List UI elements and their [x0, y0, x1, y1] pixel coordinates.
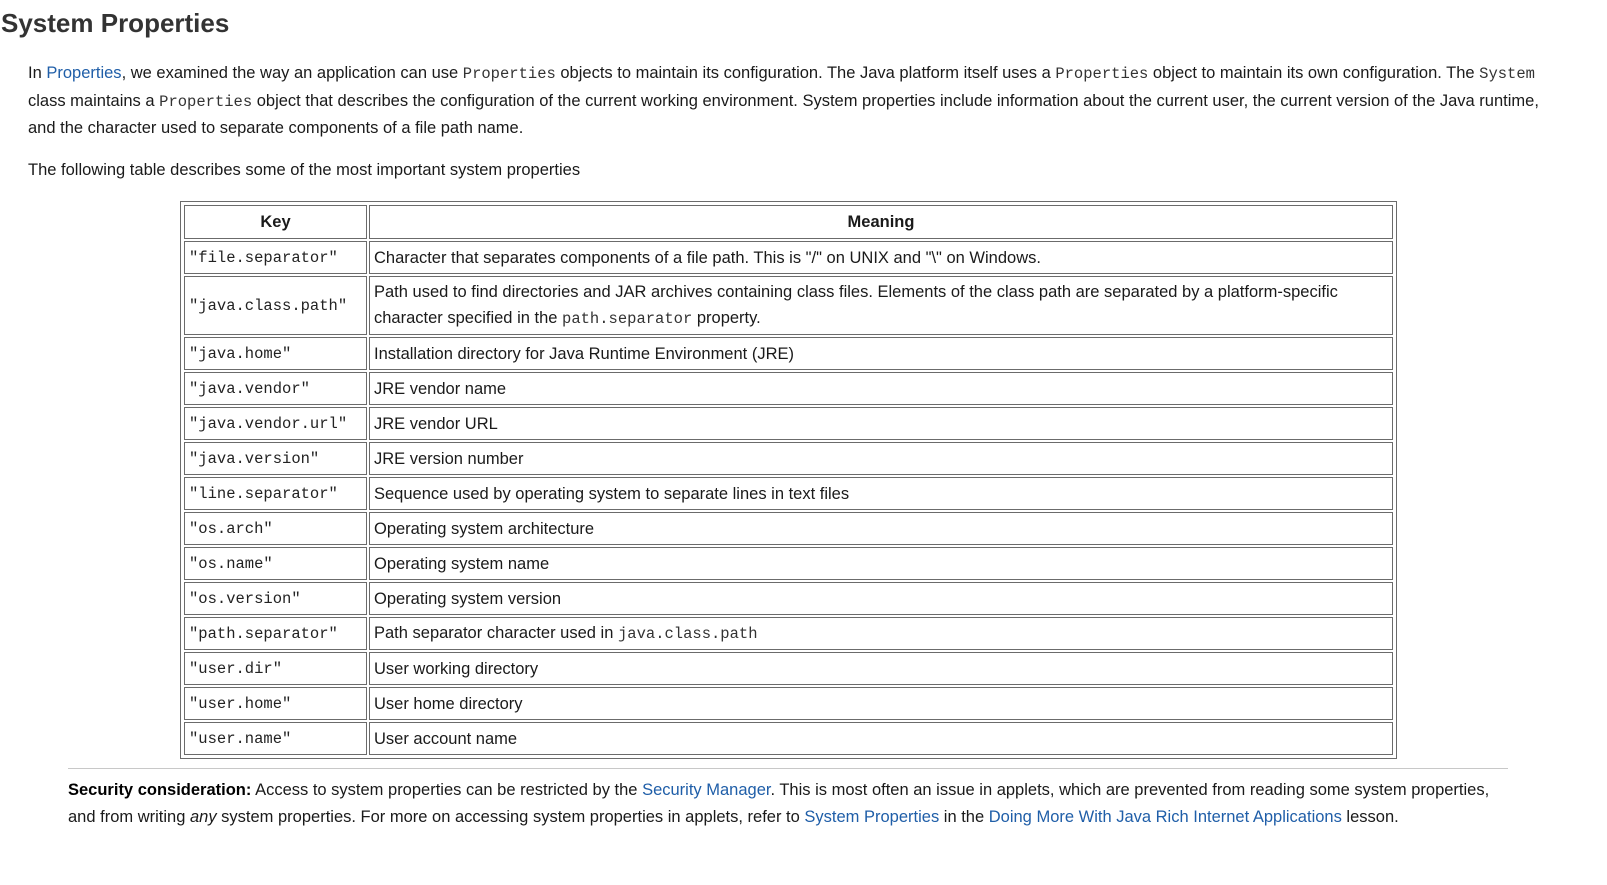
intro-paragraph: In Properties, we examined the way an ap… [28, 60, 1568, 142]
meaning-text: property. [692, 309, 761, 327]
page-title: System Properties [1, 8, 230, 38]
table-row: "java.class.path" Path used to find dire… [184, 276, 1393, 335]
security-manager-link[interactable]: Security Manager [642, 781, 770, 799]
inline-code: Properties [159, 92, 253, 111]
inline-code: System [1479, 65, 1535, 83]
table-row: "java.version" JRE version number [184, 442, 1393, 475]
property-key: "java.vendor" [184, 372, 367, 405]
property-meaning: User account name [369, 722, 1393, 755]
meaning-text: JRE version number [374, 449, 524, 468]
column-header-meaning: Meaning [369, 205, 1393, 239]
property-meaning: JRE vendor URL [369, 407, 1393, 440]
table-header-row: Key Meaning [184, 205, 1393, 239]
table-row: "line.separator" Sequence used by operat… [184, 477, 1393, 510]
security-text: Access to system properties can be restr… [251, 781, 643, 799]
system-properties-link[interactable]: System Properties [804, 808, 939, 826]
security-text: lesson. [1341, 807, 1399, 826]
meaning-text: User account name [374, 729, 518, 748]
property-key: "user.name" [184, 722, 367, 755]
meaning-text: User home directory [374, 694, 523, 713]
security-note: Security consideration: Access to system… [68, 777, 1498, 830]
meaning-text: Path separator character used in [374, 624, 618, 642]
inline-code: path.separator [562, 310, 693, 328]
table-intro: The following table describes some of th… [28, 161, 581, 179]
meaning-text: JRE vendor name [374, 379, 507, 398]
table-row: "user.home" User home directory [184, 687, 1393, 720]
table-row: "java.vendor.url" JRE vendor URL [184, 407, 1393, 440]
inline-code: java.class.path [617, 625, 758, 643]
property-key: "user.dir" [184, 652, 367, 685]
intro-text: , we examined the way an application can… [121, 64, 463, 82]
security-text: in the [939, 807, 989, 826]
inline-code: Properties [1055, 65, 1149, 83]
property-key: "file.separator" [184, 241, 367, 274]
security-label: Security consideration: [68, 781, 252, 799]
property-meaning: Character that separates components of a… [369, 241, 1393, 274]
meaning-text: Operating system name [374, 554, 550, 573]
property-key: "os.arch" [184, 512, 367, 545]
table-row: "path.separator" Path separator characte… [184, 617, 1393, 650]
meaning-text: Installation directory for Java Runtime … [374, 344, 794, 363]
intro-text: object to maintain its own configuration… [1148, 64, 1480, 82]
property-meaning: Path used to find directories and JAR ar… [369, 276, 1393, 335]
property-meaning: User working directory [369, 652, 1393, 685]
emphasis-any: any [189, 807, 217, 826]
table-row: "user.name" User account name [184, 722, 1393, 755]
table-row: "os.name" Operating system name [184, 547, 1393, 580]
meaning-text: JRE vendor URL [374, 414, 498, 433]
intro-text: objects to maintain its configuration. T… [555, 64, 1056, 82]
property-key: "java.home" [184, 337, 367, 370]
property-meaning: JRE vendor name [369, 372, 1393, 405]
table-row: "java.home" Installation directory for J… [184, 337, 1393, 370]
property-key: "os.version" [184, 582, 367, 615]
column-header-key: Key [184, 205, 367, 239]
meaning-text: Sequence used by operating system to sep… [374, 484, 850, 503]
property-meaning: Operating system name [369, 547, 1393, 580]
property-meaning: Sequence used by operating system to sep… [369, 477, 1393, 510]
property-key: "java.vendor.url" [184, 407, 367, 440]
table-row: "user.dir" User working directory [184, 652, 1393, 685]
inline-code: Properties [462, 65, 556, 83]
property-meaning: Operating system version [369, 582, 1393, 615]
property-key: "java.version" [184, 442, 367, 475]
meaning-text: Character that separates components of a… [374, 248, 1041, 267]
property-meaning: Operating system architecture [369, 512, 1393, 545]
property-key: "java.class.path" [184, 276, 367, 335]
property-key: "os.name" [184, 547, 367, 580]
table-row: "file.separator" Character that separate… [184, 241, 1393, 274]
meaning-text: User working directory [374, 659, 539, 678]
system-properties-table-frame: Key Meaning "file.separator" Character t… [180, 201, 1397, 759]
property-key: "path.separator" [184, 617, 367, 650]
security-text: system properties. For more on accessing… [216, 807, 805, 826]
property-key: "user.home" [184, 687, 367, 720]
table-row: "os.arch" Operating system architecture [184, 512, 1393, 545]
property-meaning: JRE version number [369, 442, 1393, 475]
meaning-text: Operating system architecture [374, 519, 595, 538]
meaning-text: Operating system version [374, 589, 562, 608]
intro-text: In [28, 64, 47, 82]
system-properties-table: Key Meaning "file.separator" Character t… [182, 203, 1395, 757]
doing-more-link[interactable]: Doing More With Java Rich Internet Appli… [989, 808, 1342, 826]
property-key: "line.separator" [184, 477, 367, 510]
properties-link[interactable]: Properties [46, 64, 121, 82]
section-divider [68, 768, 1508, 769]
table-row: "os.version" Operating system version [184, 582, 1393, 615]
property-meaning: Installation directory for Java Runtime … [369, 337, 1393, 370]
intro-text: object that describes the configuration … [28, 91, 1539, 138]
meaning-text: Path used to find directories and JAR ar… [374, 283, 1338, 327]
property-meaning: User home directory [369, 687, 1393, 720]
intro-text: class maintains a [28, 91, 160, 110]
property-meaning: Path separator character used in java.cl… [369, 617, 1393, 650]
table-row: "java.vendor" JRE vendor name [184, 372, 1393, 405]
